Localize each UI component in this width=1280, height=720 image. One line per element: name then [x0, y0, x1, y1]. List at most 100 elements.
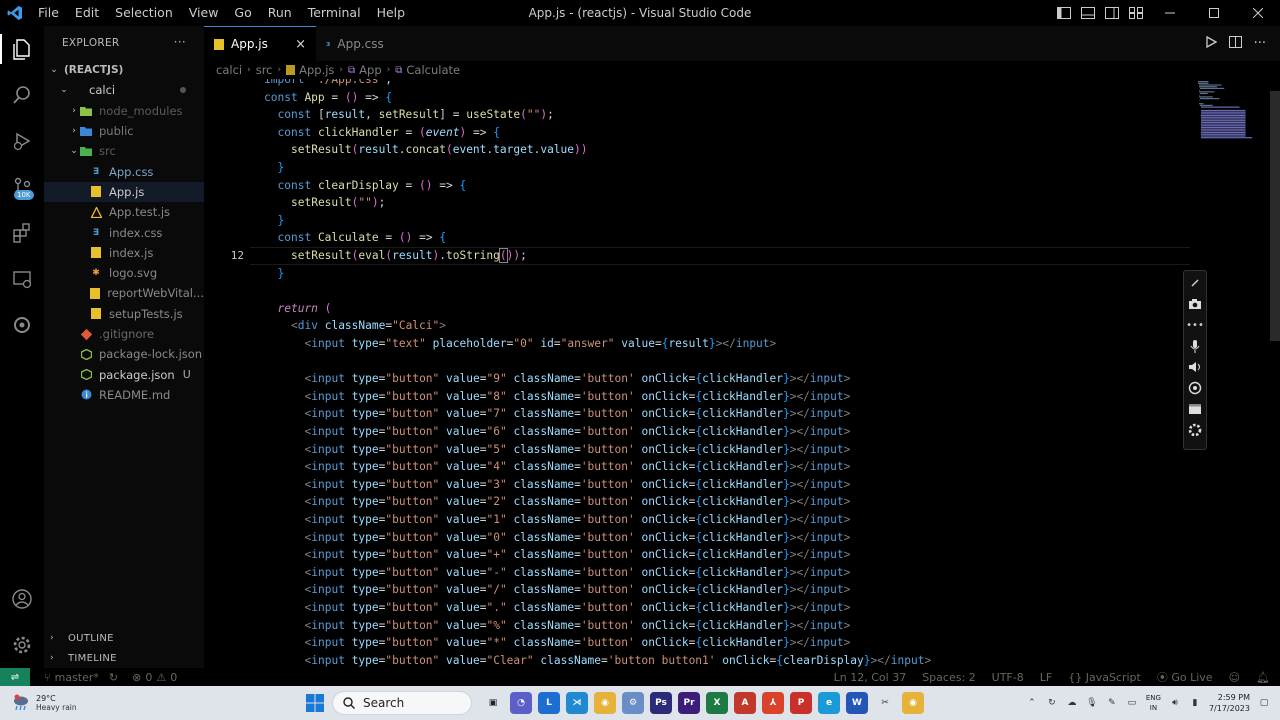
- tree-item[interactable]: › node_modules: [44, 101, 204, 121]
- toggle-sidebar-icon[interactable]: [1052, 0, 1076, 26]
- code-line[interactable]: <input type="button" value="-" className…: [264, 564, 851, 582]
- chrome-profile-icon[interactable]: ◉: [902, 692, 924, 714]
- taskbar-search[interactable]: Search: [332, 691, 472, 715]
- cursor-position[interactable]: Ln 12, Col 37: [834, 671, 907, 684]
- chat-icon[interactable]: ◔: [510, 692, 532, 714]
- tree-item[interactable]: index.js: [44, 243, 204, 263]
- code-line[interactable]: setResult(eval(result).toString());: [264, 247, 527, 265]
- battery-icon[interactable]: ▮: [1189, 697, 1201, 709]
- code-line[interactable]: const Calculate = () => {: [264, 229, 447, 247]
- code-line[interactable]: <input type="button" value="1" className…: [264, 511, 851, 529]
- tab-app-css[interactable]: ₃ App.css: [316, 26, 406, 61]
- speaker-icon[interactable]: [1186, 359, 1204, 375]
- tree-item[interactable]: package.json U: [44, 364, 204, 384]
- snipping-tool-icon[interactable]: ✂: [874, 692, 896, 714]
- settings-app-icon[interactable]: ⚙: [622, 692, 644, 714]
- language-indicator[interactable]: ENG IN: [1146, 693, 1161, 713]
- pen-tray-icon[interactable]: ✎: [1106, 697, 1118, 709]
- microphone-tray-icon[interactable]: 🎙︎: [1086, 697, 1098, 709]
- camera-icon[interactable]: [1186, 296, 1204, 312]
- tree-item[interactable]: ∃ App.css: [44, 161, 204, 181]
- clock[interactable]: 2:59 PM 7/17/2023: [1209, 692, 1250, 714]
- problems-indicator[interactable]: ⊗ 0 ⚠ 0: [132, 671, 177, 684]
- minimize-icon[interactable]: [1148, 0, 1192, 26]
- breadcrumb-item[interactable]: App.js: [299, 63, 334, 77]
- indentation[interactable]: Spaces: 2: [922, 671, 975, 684]
- close-tab-icon[interactable]: ×: [295, 37, 306, 52]
- window-icon[interactable]: [1186, 401, 1204, 417]
- code-line[interactable]: <input type="button" value="0" className…: [264, 529, 851, 547]
- code-line[interactable]: setResult("");: [264, 194, 385, 212]
- tab-app-js[interactable]: App.js ×: [204, 26, 316, 61]
- sync-tray-icon[interactable]: ↻: [1046, 697, 1058, 709]
- explorer-icon[interactable]: [0, 26, 44, 72]
- extensions-icon[interactable]: [0, 210, 44, 256]
- tree-item[interactable]: ⌄ calci: [44, 80, 204, 100]
- run-play-icon[interactable]: [1205, 35, 1217, 51]
- tree-item[interactable]: ⌄ src: [44, 141, 204, 161]
- settings-gear-icon[interactable]: [1186, 422, 1204, 438]
- breadcrumb-item[interactable]: App: [359, 63, 381, 77]
- tree-item[interactable]: README.md: [44, 385, 204, 405]
- breadcrumb-item[interactable]: src: [256, 63, 273, 77]
- remote-indicator-icon[interactable]: ⇌: [0, 668, 30, 686]
- workspace-root[interactable]: ⌄ (REACTJS): [44, 60, 204, 80]
- code-line[interactable]: setResult(result.concat(event.target.val…: [264, 141, 588, 159]
- menu-file[interactable]: File: [30, 0, 67, 26]
- acrobat-icon[interactable]: A: [734, 692, 756, 714]
- source-control-icon[interactable]: 10K: [0, 164, 44, 210]
- code-line[interactable]: <input type="button" value="*" className…: [264, 634, 851, 652]
- end-of-line[interactable]: LF: [1040, 671, 1052, 684]
- tree-item[interactable]: package-lock.json: [44, 344, 204, 364]
- language-mode[interactable]: {} JavaScript: [1068, 671, 1141, 684]
- timeline-section[interactable]: › TIMELINE: [44, 648, 204, 668]
- accounts-icon[interactable]: [0, 576, 44, 622]
- tree-item[interactable]: setupTests.js: [44, 304, 204, 324]
- maximize-icon[interactable]: [1192, 0, 1236, 26]
- edge-icon[interactable]: e: [818, 692, 840, 714]
- branch-indicator[interactable]: ⑂ master* ↻: [44, 671, 118, 684]
- code-line[interactable]: <input type="button" value="+" className…: [264, 546, 851, 564]
- manage-gear-icon[interactable]: [0, 622, 44, 668]
- code-line[interactable]: <input type="button" value="/" className…: [264, 581, 851, 599]
- tree-item[interactable]: App.test.js: [44, 202, 204, 222]
- menu-go[interactable]: Go: [226, 0, 259, 26]
- tree-item[interactable]: › public: [44, 121, 204, 141]
- code-line[interactable]: }: [264, 159, 285, 177]
- more-actions-icon[interactable]: ···: [1254, 36, 1266, 51]
- microphone-icon[interactable]: [1186, 338, 1204, 354]
- code-line[interactable]: <input type="button" value="%" className…: [264, 617, 851, 635]
- weather-widget[interactable]: 29°C Heavy rain: [12, 689, 92, 717]
- pdf-app-icon[interactable]: P: [790, 692, 812, 714]
- tree-item[interactable]: App.js: [44, 181, 204, 203]
- code-line[interactable]: const clickHandler = (event) => {: [264, 124, 500, 142]
- remote-explorer-icon[interactable]: [0, 256, 44, 302]
- code-line[interactable]: <input type="button" value="." className…: [264, 599, 851, 617]
- code-line[interactable]: <input type="button" value="3" className…: [264, 476, 851, 494]
- word-icon[interactable]: W: [846, 692, 868, 714]
- tree-item[interactable]: .gitignore: [44, 324, 204, 344]
- code-editor[interactable]: 12 import './App.css'; const App = () => …: [204, 79, 1280, 668]
- code-line[interactable]: <input type="button" value="7" className…: [264, 405, 851, 423]
- customize-layout-icon[interactable]: [1124, 0, 1148, 26]
- code-line[interactable]: const App = () => {: [264, 89, 392, 107]
- go-live-button[interactable]: ⦿ Go Live: [1157, 669, 1213, 685]
- more-dots-icon[interactable]: •••: [1186, 317, 1204, 333]
- code-line[interactable]: import './App.css';: [264, 79, 392, 89]
- run-debug-icon[interactable]: [0, 118, 44, 164]
- pin-icon[interactable]: [1186, 275, 1204, 291]
- onedrive-cloud-icon[interactable]: ☁: [1066, 697, 1078, 709]
- gitlens-icon[interactable]: [0, 302, 44, 348]
- outline-section[interactable]: › OUTLINE: [44, 628, 204, 648]
- more-actions-icon[interactable]: ···: [174, 35, 186, 49]
- premiere-icon[interactable]: Pr: [678, 692, 700, 714]
- code-line[interactable]: <div className="Calci">: [264, 317, 446, 335]
- code-line[interactable]: <input type="button" value="6" className…: [264, 423, 851, 441]
- code-line[interactable]: return (: [264, 300, 332, 318]
- code-line[interactable]: <input type="button" value="2" className…: [264, 493, 851, 511]
- toggle-panel-icon[interactable]: [1076, 0, 1100, 26]
- notifications-icon[interactable]: ▢: [1258, 697, 1270, 709]
- code-line[interactable]: <input type="button" value="9" className…: [264, 370, 851, 388]
- excel-icon[interactable]: X: [706, 692, 728, 714]
- tree-item[interactable]: reportWebVital...: [44, 283, 204, 303]
